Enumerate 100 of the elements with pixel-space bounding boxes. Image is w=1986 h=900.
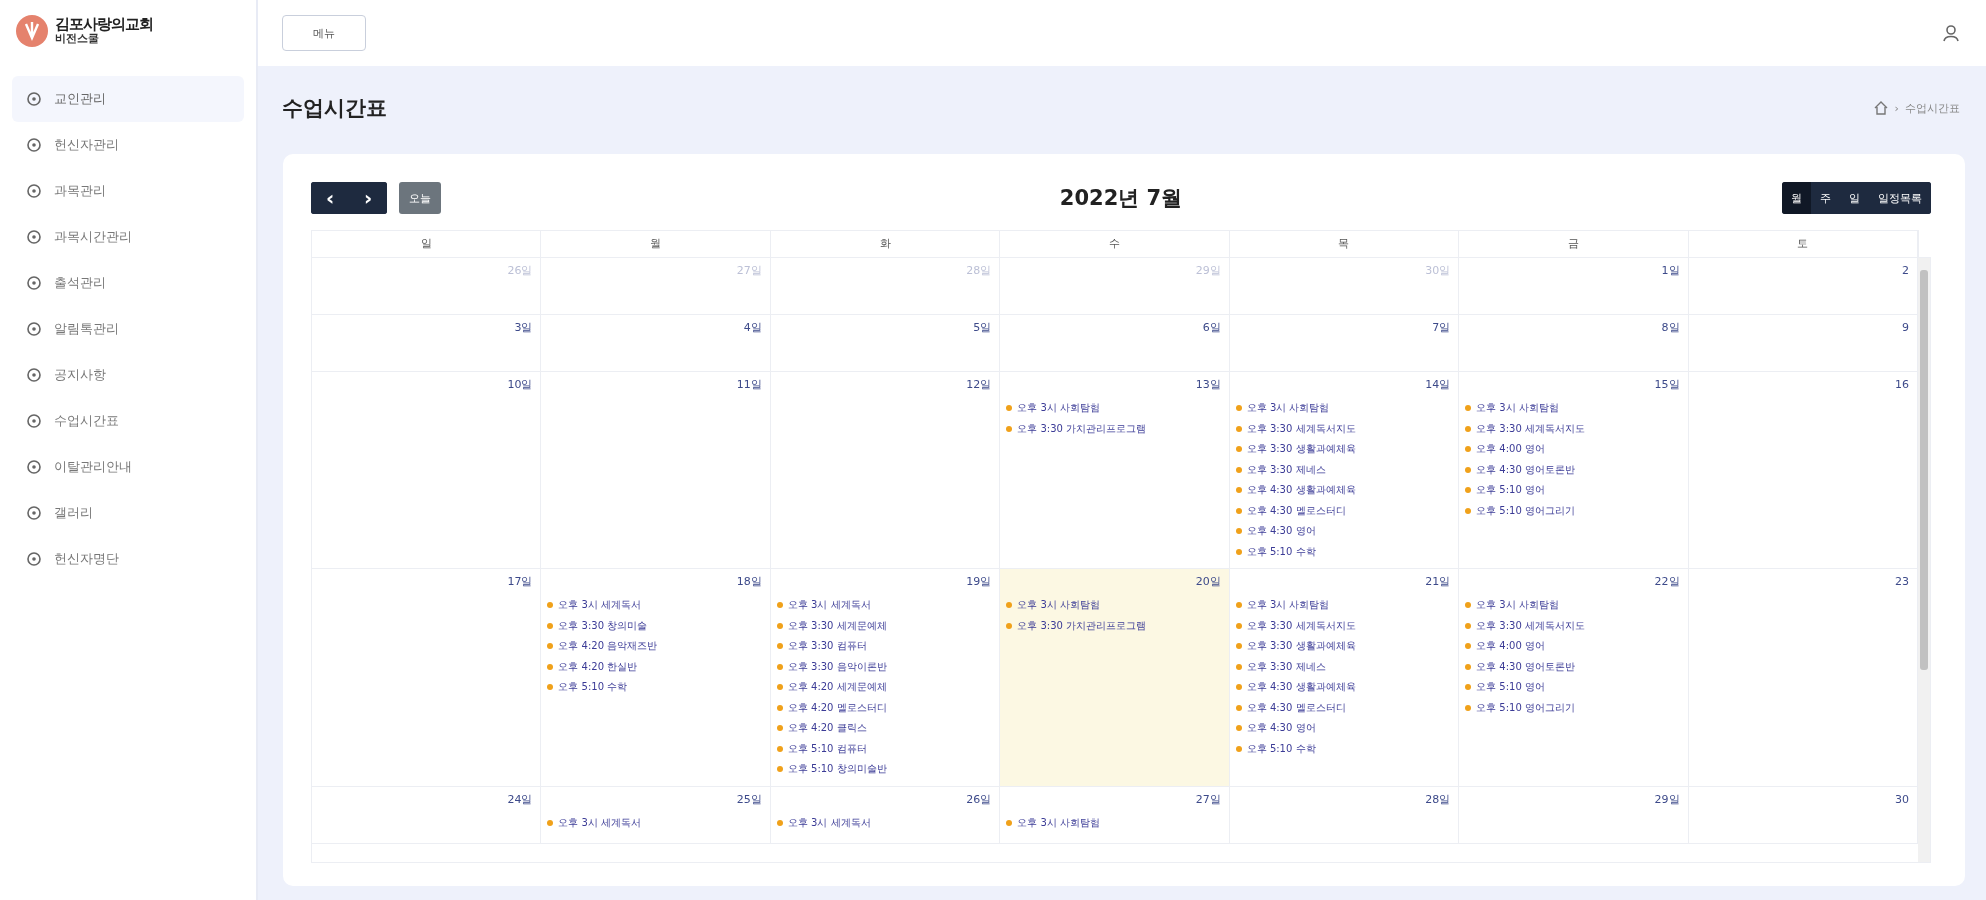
event-title[interactable]: 오후 3시 사회탐험 <box>1017 815 1100 830</box>
sidebar-item[interactable]: 출석관리 <box>12 260 244 306</box>
event-title[interactable]: 오후 4:20 클릭스 <box>787 721 867 736</box>
event-title[interactable]: 오후 4:20 세계문예체 <box>787 680 887 695</box>
day-number[interactable]: 9 <box>1694 319 1909 341</box>
day-number[interactable]: 11일 <box>547 376 762 398</box>
day-number[interactable]: 5일 <box>776 319 992 341</box>
event-title[interactable]: 오후 4:30 멜로스터디 <box>1246 700 1346 715</box>
event-title[interactable]: 오후 5:10 수학 <box>1246 741 1316 756</box>
event-title[interactable]: 오후 5:10 컴퓨터 <box>787 741 867 756</box>
day-number[interactable]: 16 <box>1694 376 1909 398</box>
brand-name: 김포사랑의교회 <box>55 17 153 34</box>
event-title[interactable]: 오후 3시 사회탐험 <box>1476 598 1559 613</box>
event-title[interactable]: 오후 4:30 생활과예체육 <box>1246 680 1356 695</box>
day-number[interactable]: 8일 <box>1465 319 1680 341</box>
event-title[interactable]: 오후 3:30 음악이론반 <box>787 659 887 674</box>
sidebar-item[interactable]: 이탈관리안내 <box>12 444 244 490</box>
event-title[interactable]: 오후 4:30 영어토론반 <box>1476 462 1575 477</box>
day-number[interactable]: 15일 <box>1465 376 1680 398</box>
day-number[interactable]: 2 <box>1694 262 1909 284</box>
event-title[interactable]: 오후 3시 사회탐험 <box>1017 401 1100 416</box>
event-title[interactable]: 오후 3시 세계독서 <box>787 598 871 613</box>
event-title[interactable]: 오후 4:20 음악재즈반 <box>558 639 658 654</box>
event-title[interactable]: 오후 3시 사회탐험 <box>1017 598 1100 613</box>
day-number[interactable]: 20일 <box>1006 573 1221 595</box>
event-title[interactable]: 오후 3:30 가치관리프로그램 <box>1017 421 1147 436</box>
sidebar-item[interactable]: 수업시간표 <box>12 398 244 444</box>
day-number[interactable]: 17일 <box>318 573 533 595</box>
sidebar-item[interactable]: 교인관리 <box>12 76 244 122</box>
event-dot <box>1235 466 1242 473</box>
event-title[interactable]: 오후 4:30 멜로스터디 <box>1246 503 1346 518</box>
event-title[interactable]: 오후 3시 사회탐험 <box>1246 401 1330 416</box>
event-title[interactable]: 오후 4:30 영어 <box>1246 524 1316 539</box>
day-number[interactable]: 21일 <box>1235 573 1451 595</box>
day-number[interactable]: 26일 <box>776 790 992 813</box>
day-number[interactable]: 29일 <box>1465 790 1680 813</box>
day-number[interactable]: 14일 <box>1235 376 1451 398</box>
day-number[interactable]: 30 <box>1694 790 1909 813</box>
breadcrumb-separator: › <box>1894 101 1899 115</box>
event-title[interactable]: 오후 5:10 영어 <box>1476 483 1545 498</box>
today-button[interactable]: 오늘 <box>399 182 441 214</box>
day-number[interactable]: 4일 <box>547 319 762 341</box>
event-title[interactable]: 오후 3:30 생활과예체육 <box>1246 639 1356 654</box>
day-number[interactable]: 6일 <box>1006 319 1221 341</box>
sidebar-item[interactable]: 헌신자관리 <box>12 122 244 168</box>
event-title[interactable]: 오후 3시 세계독서 <box>558 815 642 830</box>
menu-button[interactable]: 메뉴 <box>282 15 366 51</box>
day-number[interactable]: 24일 <box>318 790 533 813</box>
event-title[interactable]: 오후 3:30 세계독서지도 <box>1476 421 1585 436</box>
day-number[interactable]: 12일 <box>776 376 992 398</box>
sidebar-item[interactable]: 과목관리 <box>12 168 244 214</box>
event-title[interactable]: 오후 3시 세계독서 <box>558 598 642 613</box>
event-title[interactable]: 오후 3:30 컴퓨터 <box>787 639 867 654</box>
event-title[interactable]: 오후 4:00 영어 <box>1476 442 1545 457</box>
day-number[interactable]: 7일 <box>1235 319 1451 341</box>
day-number[interactable]: 23 <box>1694 573 1909 595</box>
day-number[interactable]: 25일 <box>547 790 762 813</box>
event-title[interactable]: 오후 5:10 영어그리기 <box>1476 503 1575 518</box>
sidebar-item[interactable]: 갤러리 <box>12 490 244 536</box>
event-title[interactable]: 오후 4:30 영어토론반 <box>1476 659 1575 674</box>
event-title[interactable]: 오후 5:10 영어그리기 <box>1476 700 1575 715</box>
day-number[interactable]: 22일 <box>1465 573 1680 595</box>
event-title[interactable]: 오후 3시 사회탐험 <box>1476 401 1559 416</box>
event-title[interactable]: 오후 3:30 세계문예체 <box>787 618 887 633</box>
event-title[interactable]: 오후 3:30 가치관리프로그램 <box>1017 618 1147 633</box>
event-title[interactable]: 오후 4:30 생활과예체육 <box>1246 483 1356 498</box>
event-title[interactable]: 오후 3:30 세계독서지도 <box>1246 421 1356 436</box>
event-title[interactable]: 오후 4:30 영어 <box>1246 721 1316 736</box>
sidebar-item[interactable]: 헌신자명단 <box>12 536 244 582</box>
event-title[interactable]: 오후 3:30 제네스 <box>1246 462 1326 477</box>
event-title[interactable]: 오후 3시 세계독서 <box>787 815 871 830</box>
event-title[interactable]: 오후 5:10 수학 <box>558 680 628 695</box>
event-title[interactable]: 오후 3:30 제네스 <box>1246 659 1326 674</box>
event-title[interactable]: 오후 3:30 창의미술 <box>558 618 648 633</box>
event-title[interactable]: 오후 4:20 멜로스터디 <box>787 700 887 715</box>
event-title[interactable]: 오후 5:10 영어 <box>1476 680 1545 695</box>
day-number[interactable]: 19일 <box>776 573 992 595</box>
event-title[interactable]: 오후 5:10 창의미술반 <box>787 762 887 777</box>
user-icon[interactable] <box>1942 24 1960 42</box>
event-title[interactable]: 오후 3:30 생활과예체육 <box>1246 442 1356 457</box>
day-number[interactable]: 27일 <box>1006 790 1221 813</box>
event-dot <box>1465 507 1472 514</box>
scrollbar[interactable] <box>1918 258 1930 862</box>
sidebar-item[interactable]: 알림톡관리 <box>12 306 244 352</box>
day-number[interactable]: 13일 <box>1006 376 1221 398</box>
day-number[interactable]: 28일 <box>1235 790 1451 813</box>
event-title[interactable]: 오후 3:30 세계독서지도 <box>1246 618 1356 633</box>
event-title[interactable]: 오후 3시 사회탐험 <box>1246 598 1330 613</box>
event-title[interactable]: 오후 5:10 수학 <box>1246 544 1316 559</box>
sidebar-item[interactable]: 공지사항 <box>12 352 244 398</box>
event-title[interactable]: 오후 3:30 세계독서지도 <box>1476 618 1585 633</box>
day-number[interactable]: 18일 <box>547 573 762 595</box>
home-icon[interactable] <box>1872 100 1889 116</box>
day-number[interactable]: 3일 <box>318 319 533 341</box>
event-title[interactable]: 오후 4:20 한실반 <box>558 659 638 674</box>
view-tab[interactable]: 월 <box>1782 182 1811 214</box>
sidebar-item[interactable]: 과목시간관리 <box>12 214 244 260</box>
day-number[interactable]: 1일 <box>1465 262 1680 284</box>
day-number[interactable]: 10일 <box>318 376 533 398</box>
event-title[interactable]: 오후 4:00 영어 <box>1476 639 1545 654</box>
